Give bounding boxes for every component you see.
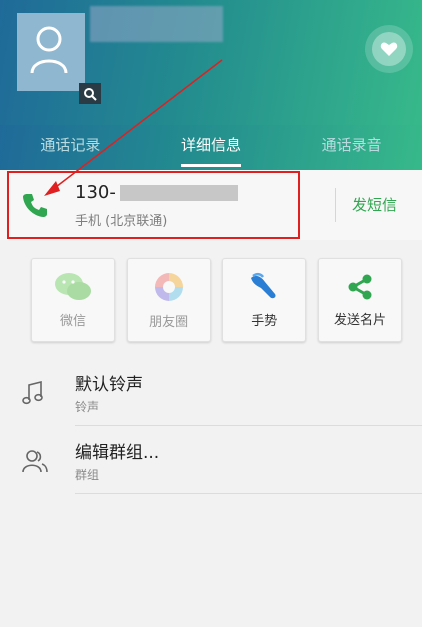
send-card-button[interactable]: 发送名片 bbox=[317, 258, 402, 342]
divider bbox=[75, 493, 422, 494]
gesture-icon bbox=[251, 272, 276, 298]
group-subtitle: 群组 bbox=[75, 468, 100, 482]
ringtone-subtitle: 铃声 bbox=[75, 400, 100, 414]
group-icon bbox=[22, 450, 48, 473]
share-actions: 微信 朋友圈 手势 发送名片 bbox=[0, 258, 422, 342]
wechat-button[interactable]: 微信 bbox=[31, 258, 115, 342]
share-icon bbox=[348, 274, 372, 299]
wechat-icon bbox=[55, 272, 91, 300]
edit-group-row[interactable]: 编辑群组... 群组 bbox=[0, 430, 422, 494]
moments-button[interactable]: 朋友圈 bbox=[126, 258, 211, 342]
gesture-button[interactable]: 手势 bbox=[222, 258, 307, 342]
moments-icon bbox=[154, 272, 183, 301]
group-title: 编辑群组... bbox=[75, 443, 160, 463]
music-note-icon bbox=[22, 380, 43, 405]
ringtone-title: 默认铃声 bbox=[75, 375, 143, 395]
divider bbox=[75, 425, 422, 426]
ringtone-row[interactable]: 默认铃声 铃声 bbox=[0, 362, 422, 426]
